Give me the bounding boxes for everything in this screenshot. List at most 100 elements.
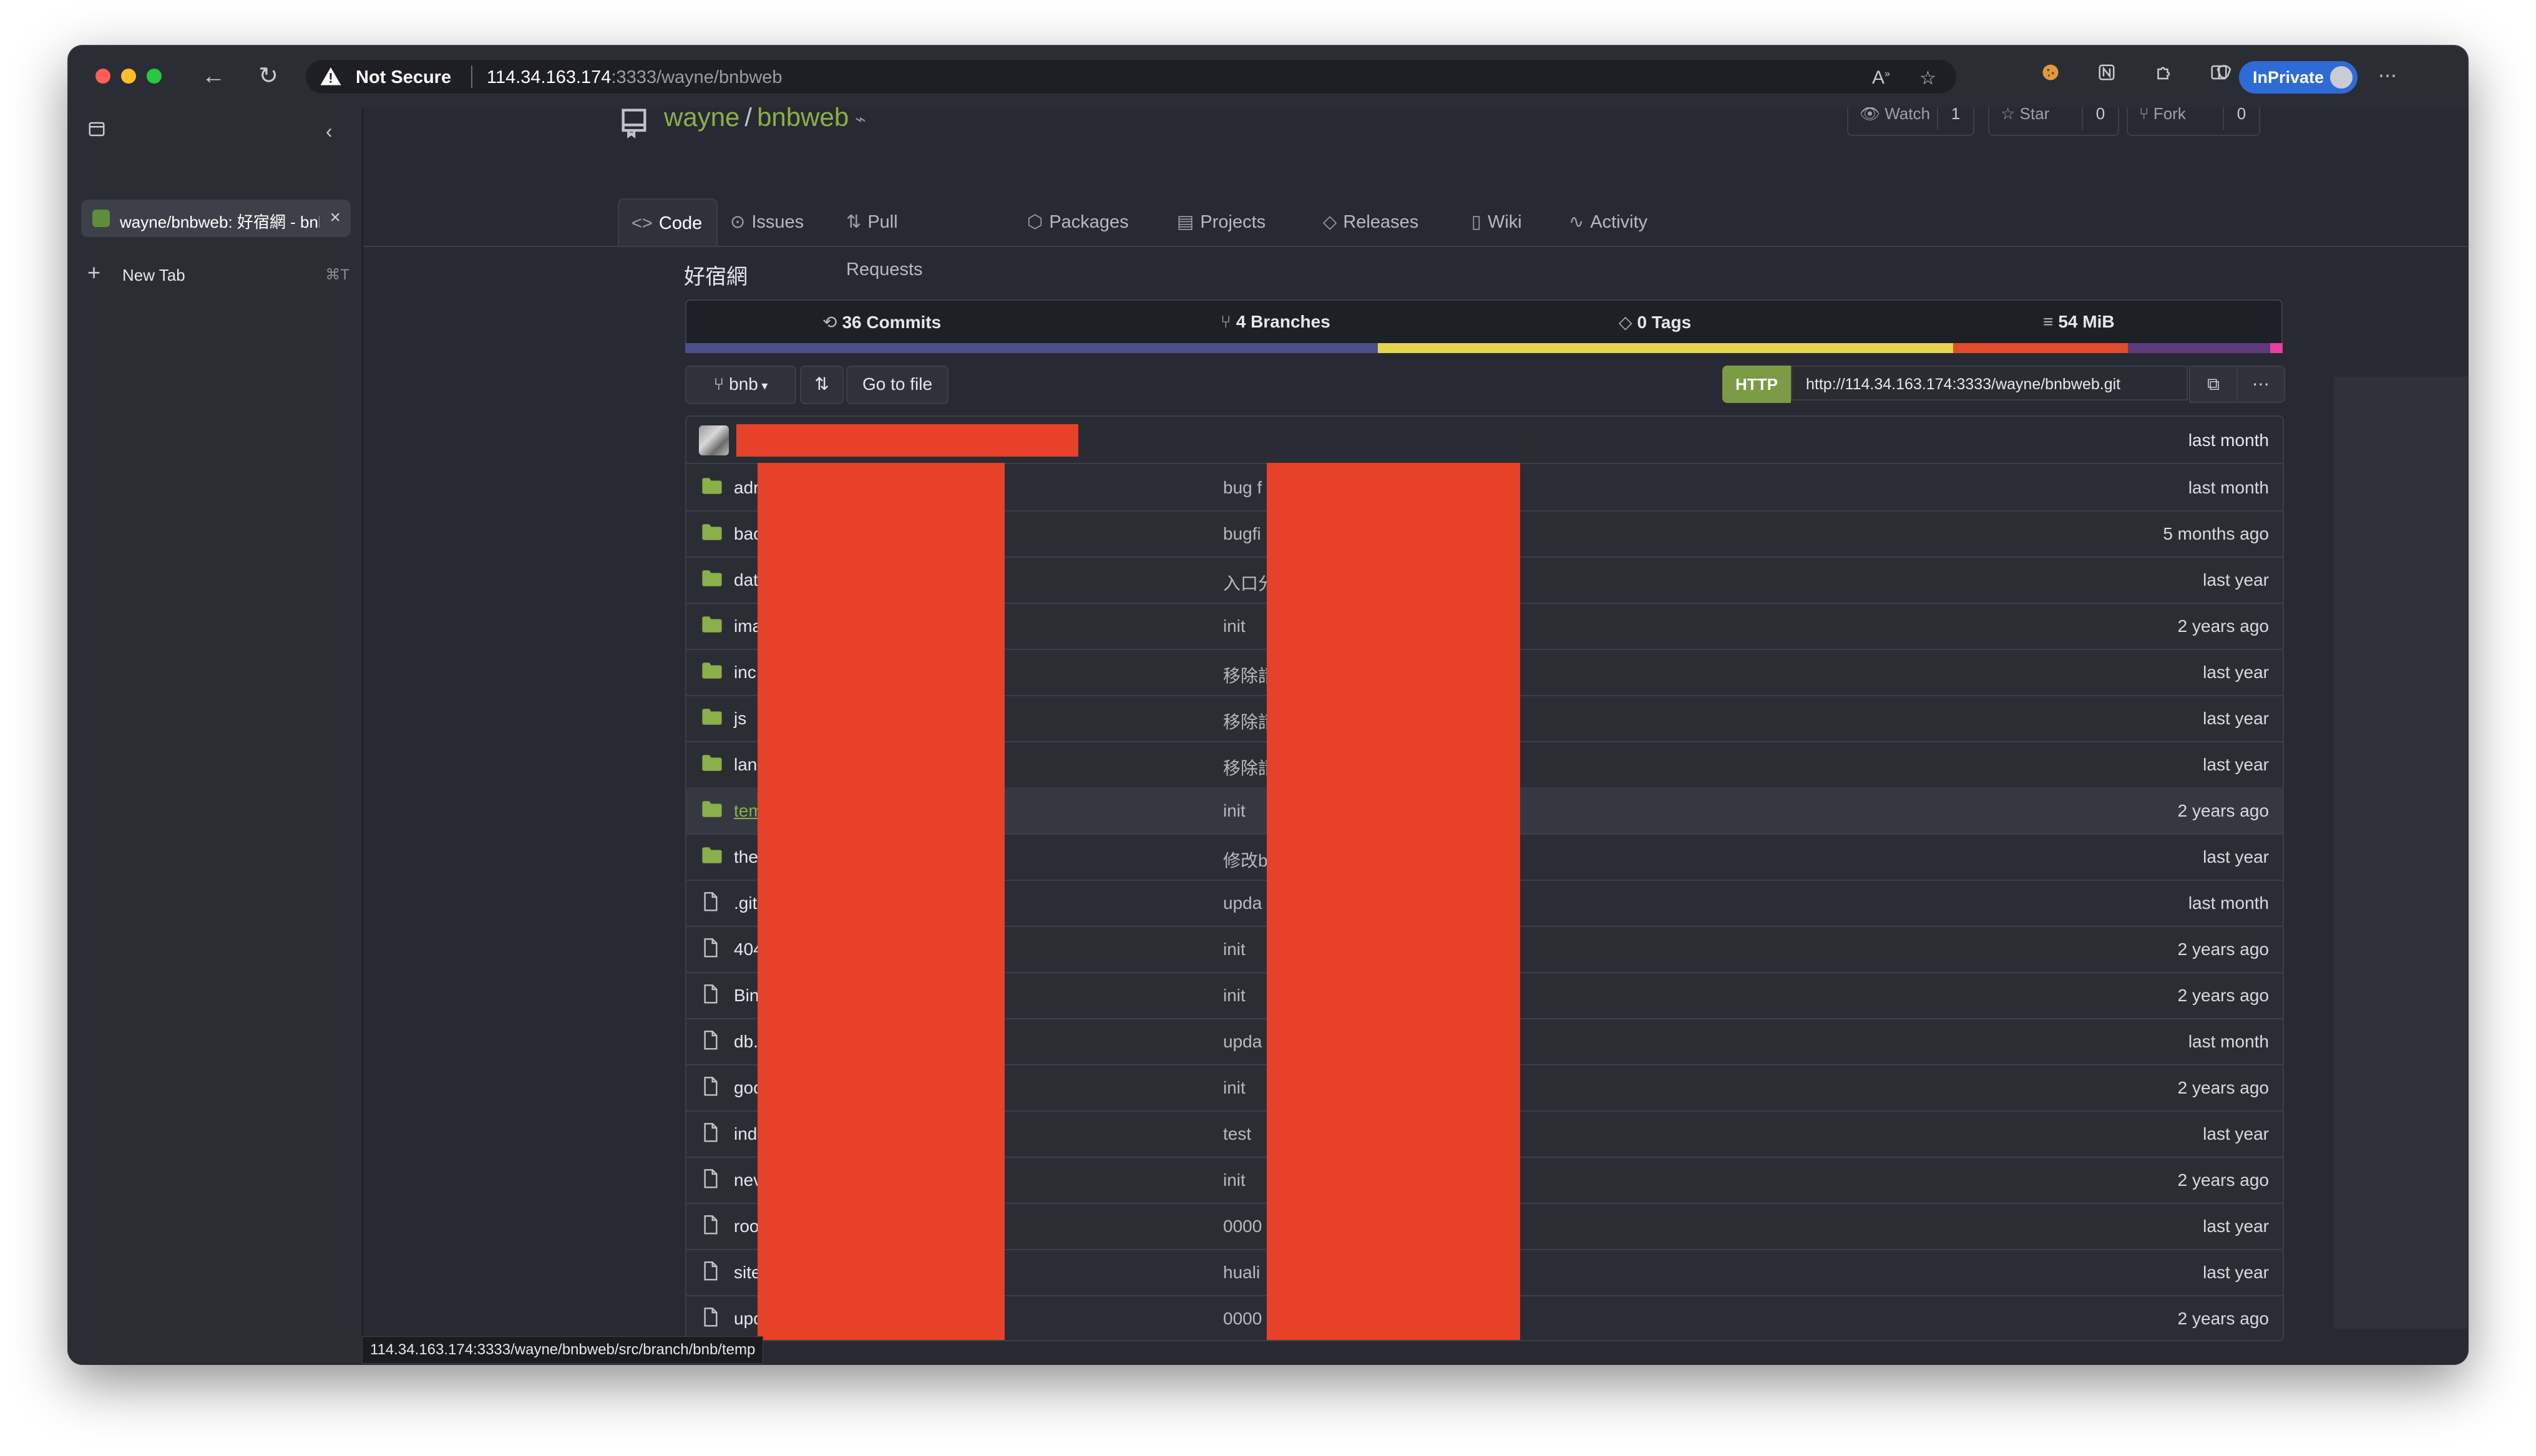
file-name-link[interactable]: Bin: [734, 986, 759, 1006]
commit-message-link[interactable]: bugfi: [1223, 524, 1261, 544]
tab-code[interactable]: <> Code: [618, 198, 718, 247]
commit-message-link[interactable]: init: [1223, 616, 1246, 636]
title-bar: ← ↻ Not Secure 114.34.163.174:3333/wayne…: [69, 46, 2467, 109]
language-segment-1[interactable]: [685, 343, 1378, 353]
more-options-icon[interactable]: ⋯: [2236, 366, 2285, 403]
language-segment-4[interactable]: [2128, 343, 2270, 353]
commit-message-link[interactable]: 修改b: [1223, 847, 1268, 872]
commit-time: last year: [2203, 570, 2269, 590]
go-to-file-button[interactable]: Go to file: [846, 366, 949, 404]
new-tab-shortcut: ⌘T: [325, 266, 349, 283]
tab-pull-requests[interactable]: ⇅ Pull Requests: [834, 198, 935, 279]
clone-url-input[interactable]: http://114.34.163.174:3333/wayne/bnbweb.…: [1791, 366, 2188, 400]
fork-button[interactable]: ⑂ Fork 0: [2127, 107, 2260, 136]
cookie-extension-icon[interactable]: [2037, 62, 2064, 90]
file-name-link[interactable]: roo: [734, 1216, 759, 1236]
language-segment-2[interactable]: [1378, 343, 1953, 353]
extensions-icon[interactable]: [2149, 62, 2177, 90]
file-name-link[interactable]: db.: [734, 1032, 758, 1052]
read-aloud-icon[interactable]: A»: [1872, 67, 1890, 89]
chevron-down-icon: ▾: [758, 379, 768, 393]
commit-message-link[interactable]: 0000: [1223, 1309, 1262, 1329]
fork-count[interactable]: 0: [2223, 107, 2259, 130]
language-segment-5[interactable]: [2270, 343, 2283, 353]
new-tab-label: New Tab: [122, 266, 185, 284]
star-count[interactable]: 0: [2082, 107, 2118, 130]
url-host: 114.34.163.174: [487, 67, 612, 87]
commits-link[interactable]: ⟲ 36 Commits: [822, 312, 941, 332]
branch-name: bnb: [729, 374, 758, 394]
notion-extension-icon[interactable]: [2093, 62, 2120, 90]
commit-message-link[interactable]: init: [1223, 939, 1246, 959]
branch-selector[interactable]: ⑂ bnb ▾: [685, 366, 796, 404]
plus-icon: +: [87, 260, 101, 285]
commit-message-link[interactable]: huali: [1223, 1263, 1260, 1283]
warning-icon: [320, 67, 341, 85]
copy-icon[interactable]: ⧉: [2189, 366, 2238, 403]
redacted-filenames: [758, 463, 1005, 1340]
http-protocol-button[interactable]: HTTP: [1722, 366, 1791, 403]
pulse-icon: ∿: [1569, 212, 1584, 232]
committer-avatar[interactable]: [699, 425, 729, 455]
tab-packages[interactable]: ⬡ Packages: [1015, 198, 1141, 246]
issue-icon: ⊙: [730, 212, 746, 232]
minimize-window-button[interactable]: [121, 69, 136, 84]
tab-activity[interactable]: ∿ Activity: [1556, 198, 1660, 246]
file-name-link[interactable]: the: [734, 847, 758, 867]
commit-message-link[interactable]: bug f: [1223, 478, 1262, 498]
commit-message-link[interactable]: init: [1223, 986, 1246, 1006]
inprivate-label: InPrivate: [2253, 68, 2324, 87]
favorite-star-icon[interactable]: ☆: [1919, 67, 1936, 89]
file-name-link[interactable]: js: [734, 709, 746, 729]
commit-message-link[interactable]: upda: [1223, 1032, 1262, 1052]
commit-message-link[interactable]: upda: [1223, 893, 1262, 913]
copilot-icon[interactable]: [2210, 62, 2238, 90]
repo-name-link[interactable]: bnbweb: [757, 107, 849, 132]
more-menu-icon[interactable]: ⋯: [2374, 62, 2401, 90]
commit-message-link[interactable]: init: [1223, 1170, 1246, 1190]
watch-count[interactable]: 1: [1937, 107, 1973, 130]
new-tab-button[interactable]: + New Tab ⌘T: [87, 260, 349, 291]
commit-message-link[interactable]: init: [1223, 1078, 1246, 1098]
commit-time: last year: [2203, 1216, 2269, 1236]
language-segment-3[interactable]: [1953, 343, 2128, 353]
file-name-link[interactable]: .git: [734, 893, 757, 913]
file-name-link[interactable]: inc: [734, 662, 756, 682]
commit-message-link[interactable]: 0000: [1223, 1216, 1262, 1236]
language-stats-bar[interactable]: [685, 343, 2283, 353]
star-button[interactable]: ☆ Star 0: [1988, 107, 2119, 136]
commit-message-link[interactable]: test: [1223, 1124, 1251, 1144]
tab-releases[interactable]: ◇ Releases: [1310, 198, 1431, 246]
rss-feed-icon[interactable]: ⌁: [855, 109, 866, 130]
compare-button[interactable]: ⇅: [800, 366, 844, 404]
tab-issues[interactable]: ⊙ Issues: [718, 198, 816, 246]
address-bar[interactable]: Not Secure 114.34.163.174:3333/wayne/bnb…: [306, 60, 1956, 94]
file-list: last month adr bug f last month bac bugfi 5 m…: [685, 415, 2284, 1341]
inprivate-badge[interactable]: InPrivate: [2239, 61, 2358, 94]
tab-actions-icon[interactable]: [87, 120, 106, 143]
tags-link[interactable]: ◇ 0 Tags: [1619, 312, 1691, 332]
commit-time: 2 years ago: [2177, 616, 2269, 636]
tab-bnbweb[interactable]: wayne/bnbweb: 好宿網 - bnbweb ×: [81, 200, 351, 237]
tab-wiki[interactable]: ▯ Wiki: [1459, 198, 1534, 246]
commit-time: last month: [2188, 893, 2269, 913]
commit-time: 2 years ago: [2177, 986, 2269, 1005]
file-name-link[interactable]: adr: [734, 478, 759, 498]
url-text[interactable]: 114.34.163.174:3333/wayne/bnbweb: [487, 67, 783, 88]
collapse-sidebar-icon[interactable]: ‹: [326, 120, 333, 143]
watch-button[interactable]: 👁 Watch 1: [1847, 107, 1974, 136]
back-icon[interactable]: ←: [200, 62, 227, 90]
reload-icon[interactable]: ↻: [255, 62, 282, 90]
file-name-link[interactable]: lan: [734, 755, 757, 775]
close-window-button[interactable]: [95, 69, 110, 84]
tab-projects[interactable]: ▤ Projects: [1164, 198, 1278, 246]
commit-message-link[interactable]: init: [1223, 801, 1246, 821]
tag-icon: ◇: [1619, 313, 1632, 332]
file-name-link[interactable]: ind: [734, 1124, 757, 1144]
repo-owner-link[interactable]: wayne: [664, 107, 739, 132]
close-tab-icon[interactable]: ×: [329, 207, 341, 228]
maximize-window-button[interactable]: [147, 69, 162, 84]
commit-time: last month: [2188, 1032, 2269, 1051]
file-name-link[interactable]: dat: [734, 570, 758, 590]
branches-link[interactable]: ⑂ 4 Branches: [1221, 312, 1330, 332]
